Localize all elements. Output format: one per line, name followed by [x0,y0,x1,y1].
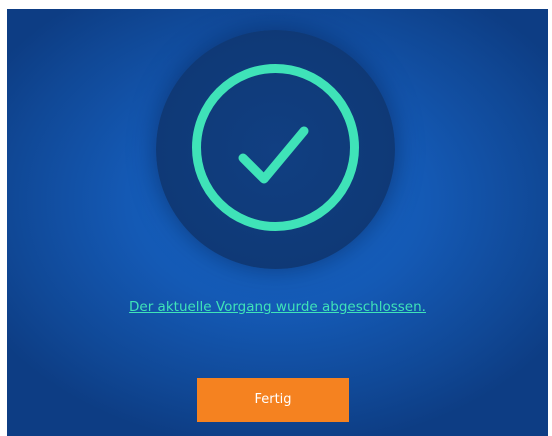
completion-dialog: Der aktuelle Vorgang wurde abgeschlossen… [7,9,548,436]
checkmark-circle-icon [192,64,359,231]
completion-message-link[interactable]: Der aktuelle Vorgang wurde abgeschlossen… [7,299,548,315]
status-badge [156,30,395,269]
done-button[interactable]: Fertig [197,378,349,422]
